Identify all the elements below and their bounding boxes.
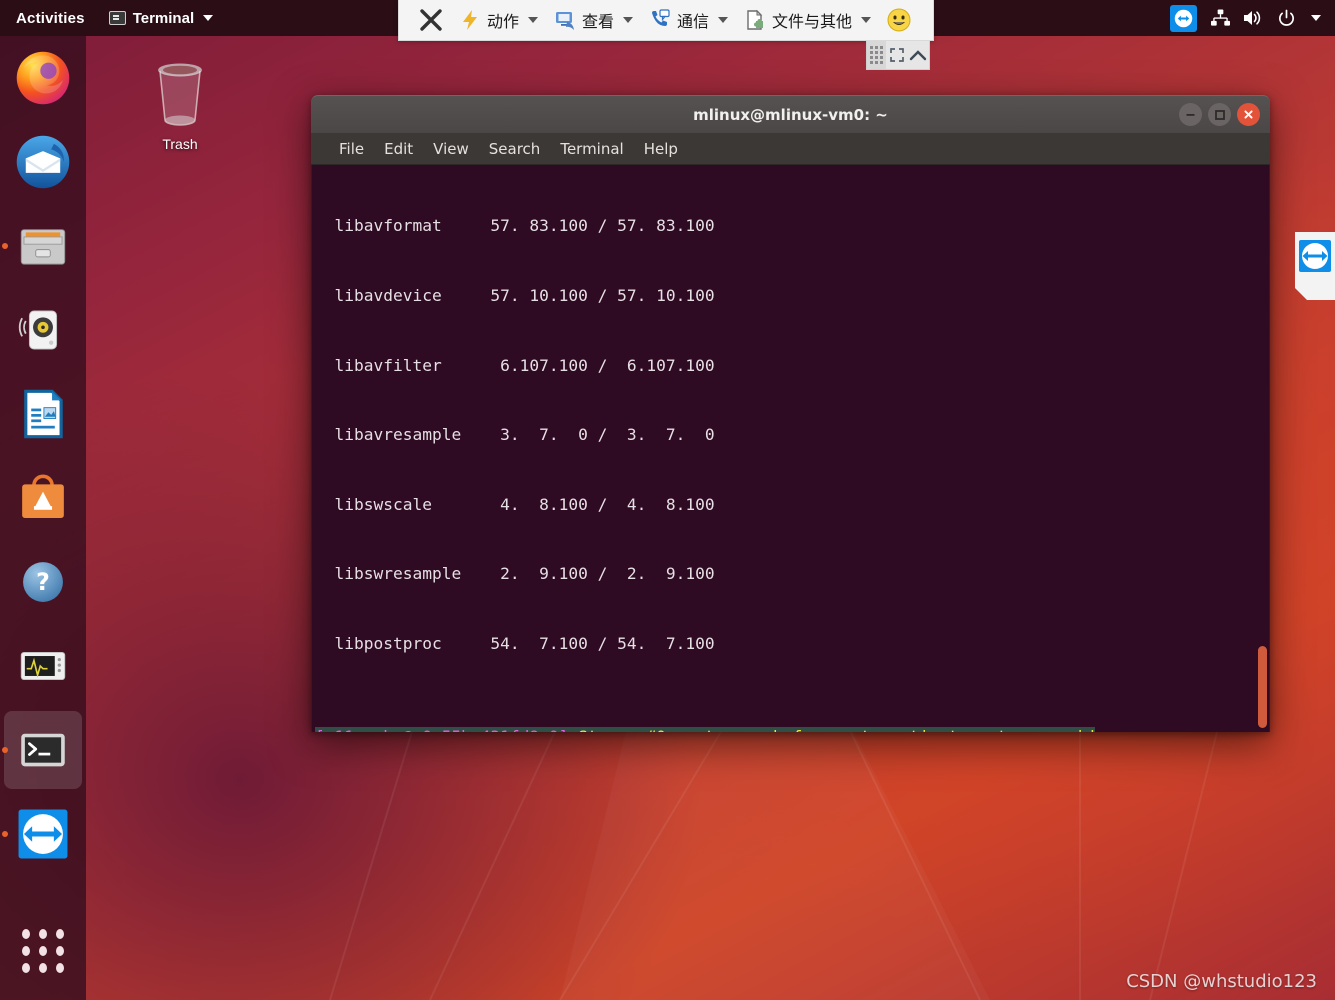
warning-prefix: [x11grab @ 0x55bc431fd9e0] bbox=[315, 727, 568, 732]
menu-view[interactable]: View bbox=[423, 133, 479, 165]
phone-chat-icon bbox=[649, 9, 671, 31]
chevron-down-icon[interactable] bbox=[1311, 15, 1321, 21]
teamviewer-menu-actions-label: 动作 bbox=[487, 12, 520, 31]
terminal-line: libavresample 3. 7. 0 / 3. 7. 0 bbox=[315, 425, 715, 445]
terminal-line: libpostproc 54. 7.100 / 54. 7.100 bbox=[315, 633, 715, 653]
chevron-down-icon bbox=[203, 15, 214, 21]
menu-help[interactable]: Help bbox=[634, 133, 688, 165]
terminal-icon bbox=[108, 11, 126, 25]
minimize-button[interactable] bbox=[1179, 103, 1202, 126]
dock-item-rhythmbox[interactable] bbox=[0, 288, 86, 372]
trash-label: Trash bbox=[162, 136, 198, 152]
ubuntu-dock: ? bbox=[0, 36, 86, 1000]
terminal-title: mlinux@mlinux-vm0: ~ bbox=[693, 105, 888, 124]
desktop-icon-trash[interactable]: Trash bbox=[135, 58, 225, 152]
ubuntu-software-icon bbox=[14, 469, 72, 527]
activities-button[interactable]: Activities bbox=[0, 10, 99, 27]
teamviewer-tray-icon[interactable] bbox=[1170, 4, 1197, 32]
volume-icon[interactable] bbox=[1243, 8, 1263, 28]
fullscreen-icon[interactable] bbox=[886, 41, 907, 69]
file-plugin-icon bbox=[744, 9, 766, 31]
menu-file[interactable]: File bbox=[329, 133, 374, 165]
menu-edit[interactable]: Edit bbox=[374, 133, 423, 165]
maximize-icon bbox=[1214, 109, 1225, 120]
show-applications-button[interactable] bbox=[0, 920, 86, 982]
running-indicator bbox=[2, 831, 8, 837]
trash-icon bbox=[158, 63, 202, 126]
watermark: CSDN @whstudio123 bbox=[1126, 971, 1317, 992]
dock-item-files[interactable] bbox=[0, 204, 86, 288]
help-icon: ? bbox=[14, 553, 72, 611]
lightning-bolt-icon bbox=[459, 9, 481, 31]
top-bar-app-label: Terminal bbox=[132, 9, 195, 27]
top-bar-app-menu[interactable]: Terminal bbox=[99, 10, 223, 27]
dock-item-libreoffice-writer[interactable] bbox=[0, 372, 86, 456]
monitor-icon bbox=[554, 9, 576, 31]
terminal-body[interactable]: libavformat 57. 83.100 / 57. 83.100 liba… bbox=[311, 165, 1270, 732]
menu-terminal[interactable]: Terminal bbox=[550, 133, 633, 165]
terminal-titlebar[interactable]: mlinux@mlinux-vm0: ~ bbox=[311, 95, 1270, 133]
grid-dots-icon bbox=[21, 929, 65, 973]
terminal-scrollbar[interactable] bbox=[1258, 646, 1267, 728]
dock-item-firefox[interactable] bbox=[0, 36, 86, 120]
power-icon[interactable] bbox=[1276, 8, 1296, 28]
menu-search[interactable]: Search bbox=[479, 133, 551, 165]
teamviewer-menu-view[interactable]: 查看 bbox=[546, 0, 641, 40]
dock-item-teamviewer[interactable] bbox=[0, 792, 86, 876]
window-controls bbox=[1179, 103, 1260, 126]
teamviewer-toolbar: 动作 查看 通信 文件与其他 bbox=[398, 0, 934, 41]
grip-dots-icon[interactable] bbox=[867, 41, 887, 69]
teamviewer-menu-view-label: 查看 bbox=[582, 12, 615, 31]
close-icon bbox=[1244, 110, 1253, 119]
firefox-icon bbox=[14, 49, 72, 107]
terminal-output[interactable]: libavformat 57. 83.100 / 57. 83.100 liba… bbox=[312, 165, 1269, 732]
maximize-button[interactable] bbox=[1208, 103, 1231, 126]
svg-text:?: ? bbox=[36, 568, 50, 596]
minimize-icon bbox=[1186, 114, 1195, 116]
close-button[interactable] bbox=[1237, 103, 1260, 126]
terminal-menubar: File Edit View Search Terminal Help bbox=[311, 133, 1270, 165]
chevron-down-icon bbox=[623, 17, 634, 23]
system-monitor-icon bbox=[14, 637, 72, 695]
teamviewer-close-button[interactable] bbox=[411, 7, 451, 33]
chevron-down-icon bbox=[718, 17, 729, 23]
teamviewer-menu-communicate[interactable]: 通信 bbox=[641, 0, 736, 40]
terminal-warning-line: [x11grab @ 0x55bc431fd9e0] Stream #0: no… bbox=[315, 725, 1269, 732]
teamviewer-toolbar-handle[interactable] bbox=[866, 41, 930, 70]
teamviewer-menu-actions[interactable]: 动作 bbox=[451, 0, 546, 40]
warning-message: Stream #0: not enough frames to estimate… bbox=[568, 727, 1095, 732]
libreoffice-writer-icon bbox=[14, 385, 72, 443]
terminal-line: libavfilter 6.107.100 / 6.107.100 bbox=[315, 355, 715, 375]
dock-item-help[interactable]: ? bbox=[0, 540, 86, 624]
terminal-line: libavdevice 57. 10.100 / 57. 10.100 bbox=[315, 286, 715, 305]
dock-item-system-monitor[interactable] bbox=[0, 624, 86, 708]
rhythmbox-icon bbox=[14, 301, 72, 359]
dock-item-ubuntu-software[interactable] bbox=[0, 456, 86, 540]
chevron-down-icon bbox=[528, 17, 539, 23]
dock-item-terminal[interactable] bbox=[0, 708, 86, 792]
system-tray bbox=[1170, 4, 1335, 32]
teamviewer-side-tab[interactable] bbox=[1295, 232, 1335, 300]
terminal-window[interactable]: mlinux@mlinux-vm0: ~ File Edit View Sear… bbox=[311, 95, 1270, 732]
terminal-line: libswscale 4. 8.100 / 4. 8.100 bbox=[315, 494, 715, 514]
files-icon bbox=[14, 217, 72, 275]
running-indicator bbox=[2, 747, 8, 753]
teamviewer-menu-files-extras-label: 文件与其他 bbox=[772, 12, 853, 31]
network-icon[interactable] bbox=[1210, 8, 1230, 28]
terminal-line: libavformat 57. 83.100 / 57. 83.100 bbox=[315, 216, 715, 236]
running-indicator bbox=[2, 243, 8, 249]
chevron-up-icon[interactable] bbox=[908, 41, 929, 69]
teamviewer-menu-files-extras[interactable]: 文件与其他 bbox=[736, 0, 879, 40]
terminal-line: libswresample 2. 9.100 / 2. 9.100 bbox=[315, 564, 715, 584]
dock-item-thunderbird[interactable] bbox=[0, 120, 86, 204]
chevron-down-icon bbox=[861, 17, 872, 23]
teamviewer-menu-communicate-label: 通信 bbox=[677, 12, 710, 31]
teamviewer-icon bbox=[14, 805, 72, 863]
thunderbird-icon bbox=[14, 133, 72, 191]
terminal-icon bbox=[14, 721, 72, 779]
close-icon bbox=[420, 9, 442, 31]
smiley-icon[interactable] bbox=[887, 8, 911, 32]
